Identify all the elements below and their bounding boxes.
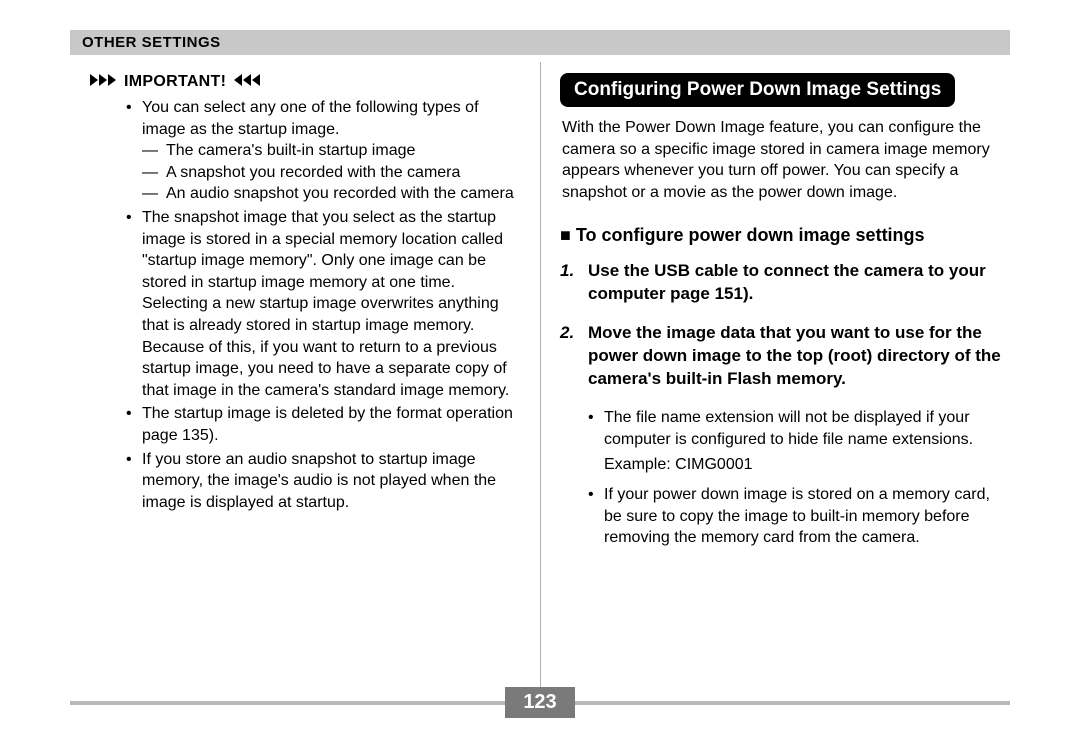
list-item: The camera's built-in startup image [142,140,520,162]
footer-line-right [575,701,1010,705]
important-header: IMPORTANT! [90,73,520,91]
list-item: An audio snapshot you recorded with the … [142,183,520,205]
intro-text: With the Power Down Image feature, you c… [562,117,1010,203]
steps-list: Use the USB cable to connect the camera … [560,260,1010,391]
bullet-text: You can select any one of the following … [142,99,479,138]
list-item: The snapshot image that you select as th… [126,207,520,401]
section-title: Configuring Power Down Image Settings [560,73,955,107]
page-footer: 123 [0,687,1080,718]
list-item: The file name extension will not be disp… [588,407,1010,450]
subheading: ■ To configure power down image settings [560,225,1010,246]
triangle-left-icon [234,73,260,91]
sub-list: The camera's built-in startup image A sn… [142,140,520,205]
column-divider [540,62,541,690]
right-column: Configuring Power Down Image Settings Wi… [560,73,1010,555]
section-header: Other Settings [70,30,1010,55]
page-number: 123 [505,687,574,718]
important-bullets: You can select any one of the following … [126,97,520,513]
sub-bullets: The file name extension will not be disp… [588,407,1010,450]
list-item: If your power down image is stored on a … [588,484,1010,549]
important-label: IMPORTANT! [124,73,226,91]
step-item: Move the image data that you want to use… [560,322,1010,391]
example-text: Example: CIMG0001 [604,456,1010,474]
sub-bullets: If your power down image is stored on a … [588,484,1010,549]
footer-line-left [70,701,505,705]
list-item: You can select any one of the following … [126,97,520,205]
triangle-right-icon [90,73,116,91]
list-item: The startup image is deleted by the form… [126,403,520,446]
step-item: Use the USB cable to connect the camera … [560,260,1010,306]
left-column: IMPORTANT! You can select any one of the… [70,73,520,555]
list-item: A snapshot you recorded with the camera [142,162,520,184]
list-item: If you store an audio snapshot to startu… [126,449,520,514]
